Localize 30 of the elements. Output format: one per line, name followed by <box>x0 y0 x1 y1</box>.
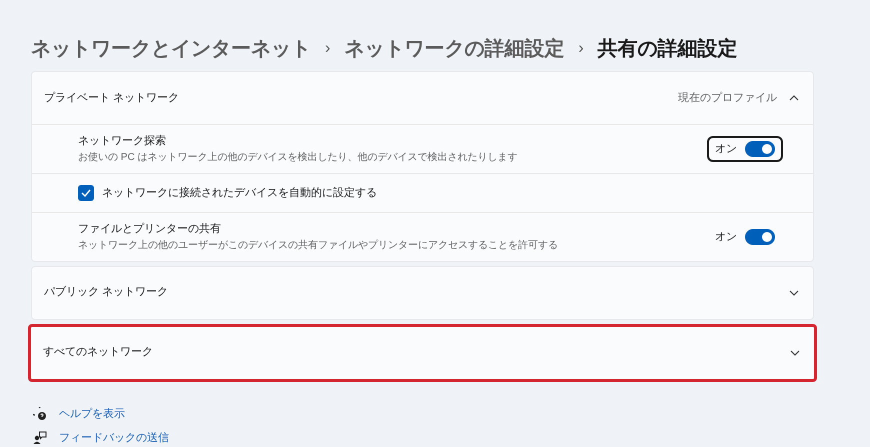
setting-title: ファイルとプリンターの共有 <box>78 222 222 237</box>
section-header[interactable]: プライベート ネットワーク 現在のプロファイル <box>32 72 813 124</box>
section-header[interactable]: パブリック ネットワーク <box>32 266 813 318</box>
toggle-switch[interactable] <box>745 228 775 245</box>
chevron-up-icon <box>789 95 799 101</box>
toggle-state-label: オン <box>715 142 737 156</box>
breadcrumb-item[interactable]: ネットワークの詳細設定 <box>344 34 564 64</box>
setting-description: お使いの PC はネットワーク上の他のデバイスを検出したり、他のデバイスで検出されたりします <box>78 150 518 164</box>
chevron-down-icon <box>789 290 799 296</box>
chevron-down-icon <box>790 350 800 356</box>
checkmark-icon <box>81 188 91 197</box>
setting-title: ネットワーク探索 <box>78 134 167 149</box>
toggle-switch[interactable] <box>745 140 775 157</box>
breadcrumb-separator: › <box>578 39 584 59</box>
help-link[interactable]: フィードバックの送信 <box>59 430 169 446</box>
profile-label: 現在のプロファイル <box>678 90 777 106</box>
section-title: プライベート ネットワーク <box>44 90 180 106</box>
checkbox[interactable] <box>78 184 94 201</box>
breadcrumb-separator: › <box>325 39 330 59</box>
toggle-state-label: オン <box>715 230 737 244</box>
section-header[interactable]: すべてのネットワーク <box>31 326 814 378</box>
checkbox-label: ネットワークに接続されたデバイスを自動的に設定する <box>102 186 377 200</box>
breadcrumb-item[interactable]: ネットワークとインターネット <box>31 34 311 64</box>
section-title: すべてのネットワーク <box>43 345 154 360</box>
section-title: パブリック ネットワーク <box>44 284 170 300</box>
help-icon <box>33 406 47 421</box>
breadcrumb-item: 共有の詳細設定 <box>598 36 738 62</box>
setting-description: ネットワーク上の他のユーザーがこのデバイスの共有ファイルやプリンターにアクセスすることを許可する <box>78 238 559 252</box>
help-link[interactable]: ヘルプを表示 <box>59 406 125 422</box>
feedback-icon <box>33 431 47 446</box>
